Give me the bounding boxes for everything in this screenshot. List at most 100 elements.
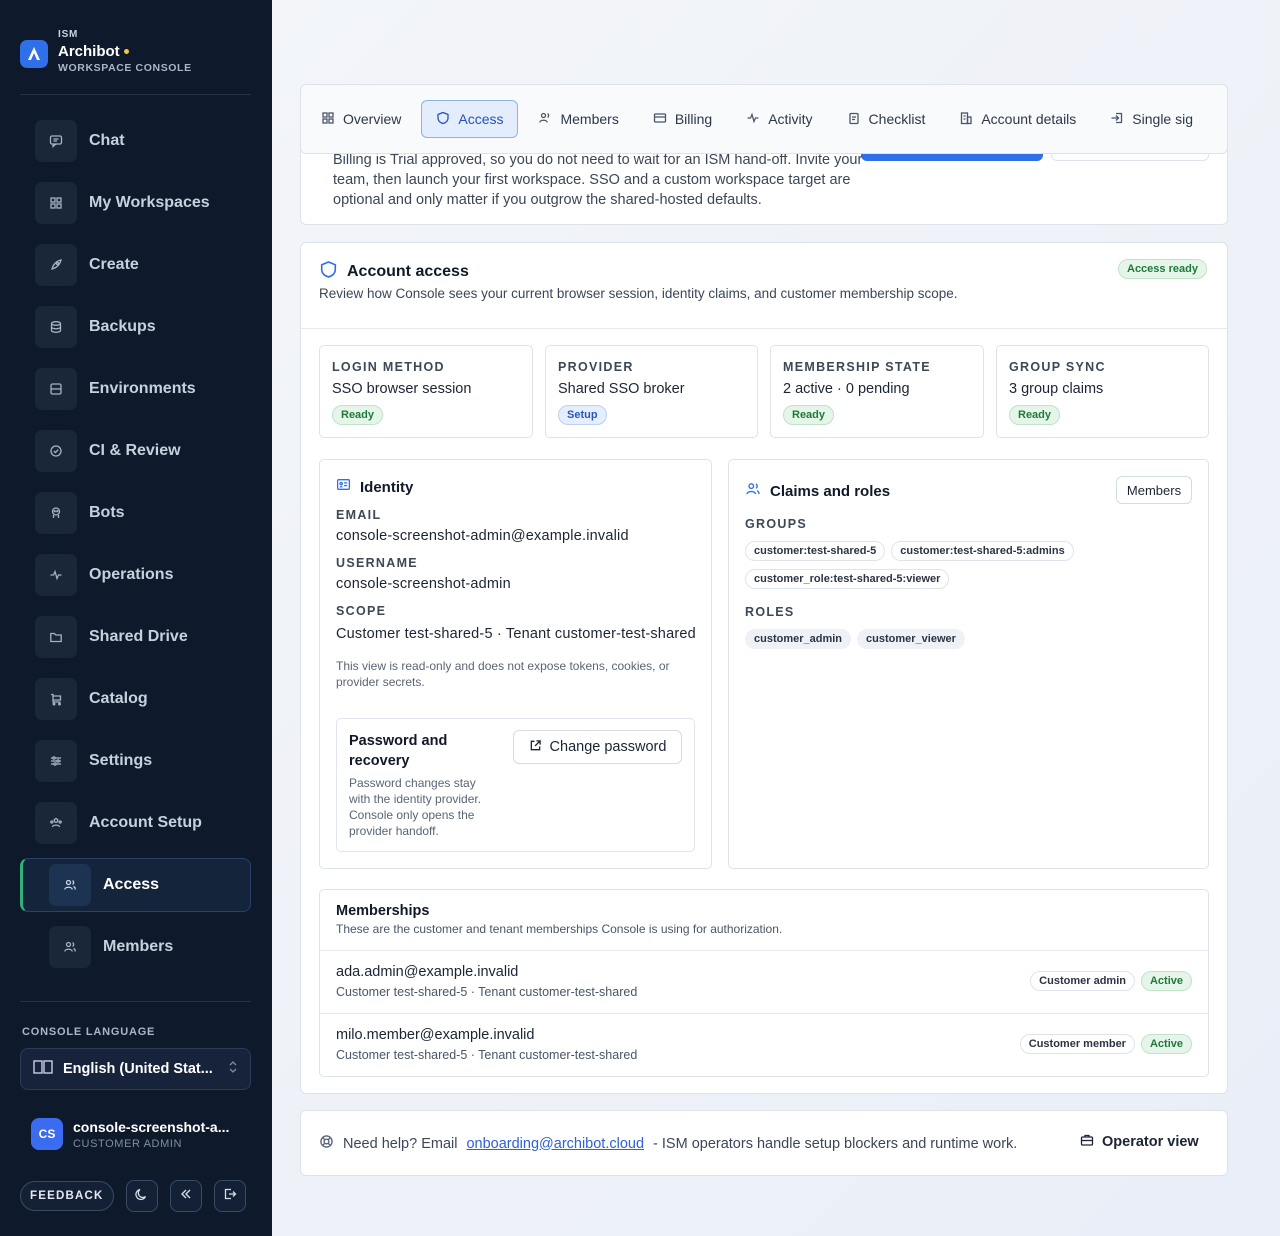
tab-overview[interactable]: Overview	[307, 100, 415, 138]
memberships-title: Memberships	[336, 903, 430, 919]
operator-view-label: Operator view	[1102, 1134, 1199, 1150]
tab-label: Members	[560, 111, 619, 127]
sidebar-item-label: Bots	[89, 504, 125, 521]
tab-billing[interactable]: Billing	[639, 100, 726, 138]
sidebar-item-settings[interactable]: Settings	[20, 734, 251, 788]
sidebar-item-ci-review[interactable]: CI & Review	[20, 424, 251, 478]
sidebar-item-my-workspaces[interactable]: My Workspaces	[20, 176, 251, 230]
login-icon	[1110, 111, 1124, 128]
sidebar-item-catalog[interactable]: Catalog	[20, 672, 251, 726]
archibot-logo-icon	[20, 40, 48, 68]
brand-subtitle: WORKSPACE CONSOLE	[58, 62, 192, 74]
users-icon	[745, 481, 761, 502]
sidebar-item-members[interactable]: Members	[20, 920, 251, 974]
brand[interactable]: ISM Archibot WORKSPACE CONSOLE	[20, 30, 192, 74]
collapse-sidebar-button[interactable]	[169, 1180, 202, 1212]
user-name: console-screenshot-a...	[73, 1118, 230, 1135]
theme-toggle-button[interactable]	[125, 1180, 158, 1212]
chevrons-left-icon	[179, 1187, 193, 1206]
shield-icon	[319, 260, 338, 284]
change-password-button[interactable]: Change password	[513, 730, 682, 764]
user-profile[interactable]: CS console-screenshot-a... CUSTOMER ADMI…	[31, 1118, 229, 1150]
language-select[interactable]: English (United Stat...	[20, 1048, 251, 1090]
sidebar-item-label: Access	[103, 876, 160, 893]
membership-row-badges: Customer member Active	[1019, 1034, 1192, 1054]
stat-label: LOGIN METHOD	[332, 360, 445, 374]
sidebar-divider	[20, 1001, 251, 1002]
change-password-label: Change password	[549, 739, 667, 755]
shield-icon	[436, 111, 450, 128]
stat-group-sync: GROUP SYNC 3 group claims Ready	[996, 345, 1209, 438]
help-email-link[interactable]: onboarding@archibot.cloud	[466, 1136, 644, 1152]
help-suffix: - ISM operators handle setup blockers an…	[653, 1135, 1018, 1152]
user-role: CUSTOMER ADMIN	[73, 1137, 183, 1150]
activity-icon	[35, 554, 77, 596]
sidebar-item-backups[interactable]: Backups	[20, 300, 251, 354]
sidebar-item-label: Create	[89, 256, 139, 273]
sidebar-item-operations[interactable]: Operations	[20, 548, 251, 602]
intro-text: Billing is Trial approved, so you do not…	[333, 152, 863, 208]
membership-email: ada.admin@example.invalid	[336, 964, 519, 980]
divider	[320, 1013, 1208, 1014]
logout-button[interactable]	[213, 1180, 246, 1212]
tab-label: Billing	[674, 111, 713, 127]
status-badge: Ready	[783, 405, 835, 425]
identity-note: This view is read-only and does not expo…	[336, 659, 670, 689]
operator-view-button[interactable]: Operator view	[1080, 1133, 1199, 1151]
credit-card-icon	[653, 111, 667, 128]
stat-value: 2 active · 0 pending	[783, 381, 910, 397]
stat-login-method: LOGIN METHOD SSO browser session Ready	[319, 345, 533, 438]
tab-label: Single sig	[1132, 111, 1193, 127]
tab-activity[interactable]: Activity	[732, 100, 826, 138]
sidebar-item-label: Chat	[89, 132, 125, 149]
sidebar-item-shared-drive[interactable]: Shared Drive	[20, 610, 251, 664]
activity-icon	[746, 111, 760, 128]
brand-kicker: ISM	[58, 29, 79, 40]
server-icon	[35, 368, 77, 410]
tab-checklist[interactable]: Checklist	[833, 100, 940, 138]
stat-label: GROUP SYNC	[1009, 360, 1106, 374]
tab-account-details[interactable]: Account details	[945, 100, 1090, 138]
identity-email: console-screenshot-admin@example.invalid	[336, 528, 629, 544]
feedback-button[interactable]: FEEDBACK	[20, 1181, 114, 1211]
users-icon	[35, 802, 77, 844]
tab-single-sign-on[interactable]: Single sig	[1096, 100, 1207, 138]
moon-icon	[134, 1187, 149, 1206]
lifebuoy-icon	[319, 1134, 334, 1153]
email-label: EMAIL	[336, 508, 382, 522]
sidebar-nav: Chat My Workspaces Create Backups Enviro…	[20, 114, 251, 982]
identity-username: console-screenshot-admin	[336, 576, 511, 592]
folder-icon	[35, 616, 77, 658]
tab-access[interactable]: Access	[421, 100, 519, 138]
identity-scope: Customer test-shared-5 · Tenant customer…	[336, 626, 696, 642]
status-badge: Ready	[1009, 405, 1061, 425]
sidebar-item-label: Catalog	[89, 690, 148, 707]
rocket-icon	[35, 244, 77, 286]
group-chip: customer:test-shared-5	[745, 541, 886, 561]
stat-value: 3 group claims	[1009, 381, 1104, 397]
membership-scope: Customer test-shared-5 · Tenant customer…	[336, 985, 638, 999]
tab-label: Account details	[981, 111, 1077, 127]
language-label: CONSOLE LANGUAGE	[22, 1026, 156, 1038]
grid-icon	[321, 111, 335, 128]
sidebar-item-account-setup[interactable]: Account Setup	[20, 796, 251, 850]
sidebar-item-label: Backups	[89, 318, 156, 335]
sidebar-item-environments[interactable]: Environments	[20, 362, 251, 416]
tab-label: Overview	[343, 111, 402, 127]
sidebar-item-create[interactable]: Create	[20, 238, 251, 292]
tab-members[interactable]: Members	[524, 100, 632, 138]
status-badge: Active	[1140, 1034, 1192, 1054]
tab-bar: Overview Access Members Billing Activity…	[300, 84, 1228, 154]
chevron-updown-icon	[228, 1060, 238, 1079]
memberships-description: These are the customer and tenant member…	[336, 922, 783, 936]
help-prefix: Need help? Email	[343, 1135, 458, 1152]
building-icon	[959, 111, 973, 128]
sidebar-item-access[interactable]: Access	[20, 858, 251, 912]
sidebar-item-label: Environments	[89, 380, 196, 397]
sidebar-item-label: Settings	[89, 752, 153, 769]
sidebar-item-chat[interactable]: Chat	[20, 114, 251, 168]
sidebar-item-bots[interactable]: Bots	[20, 486, 251, 540]
status-badge: Active	[1140, 971, 1192, 991]
tab-label: Access	[458, 111, 504, 127]
members-button[interactable]: Members	[1116, 476, 1192, 504]
